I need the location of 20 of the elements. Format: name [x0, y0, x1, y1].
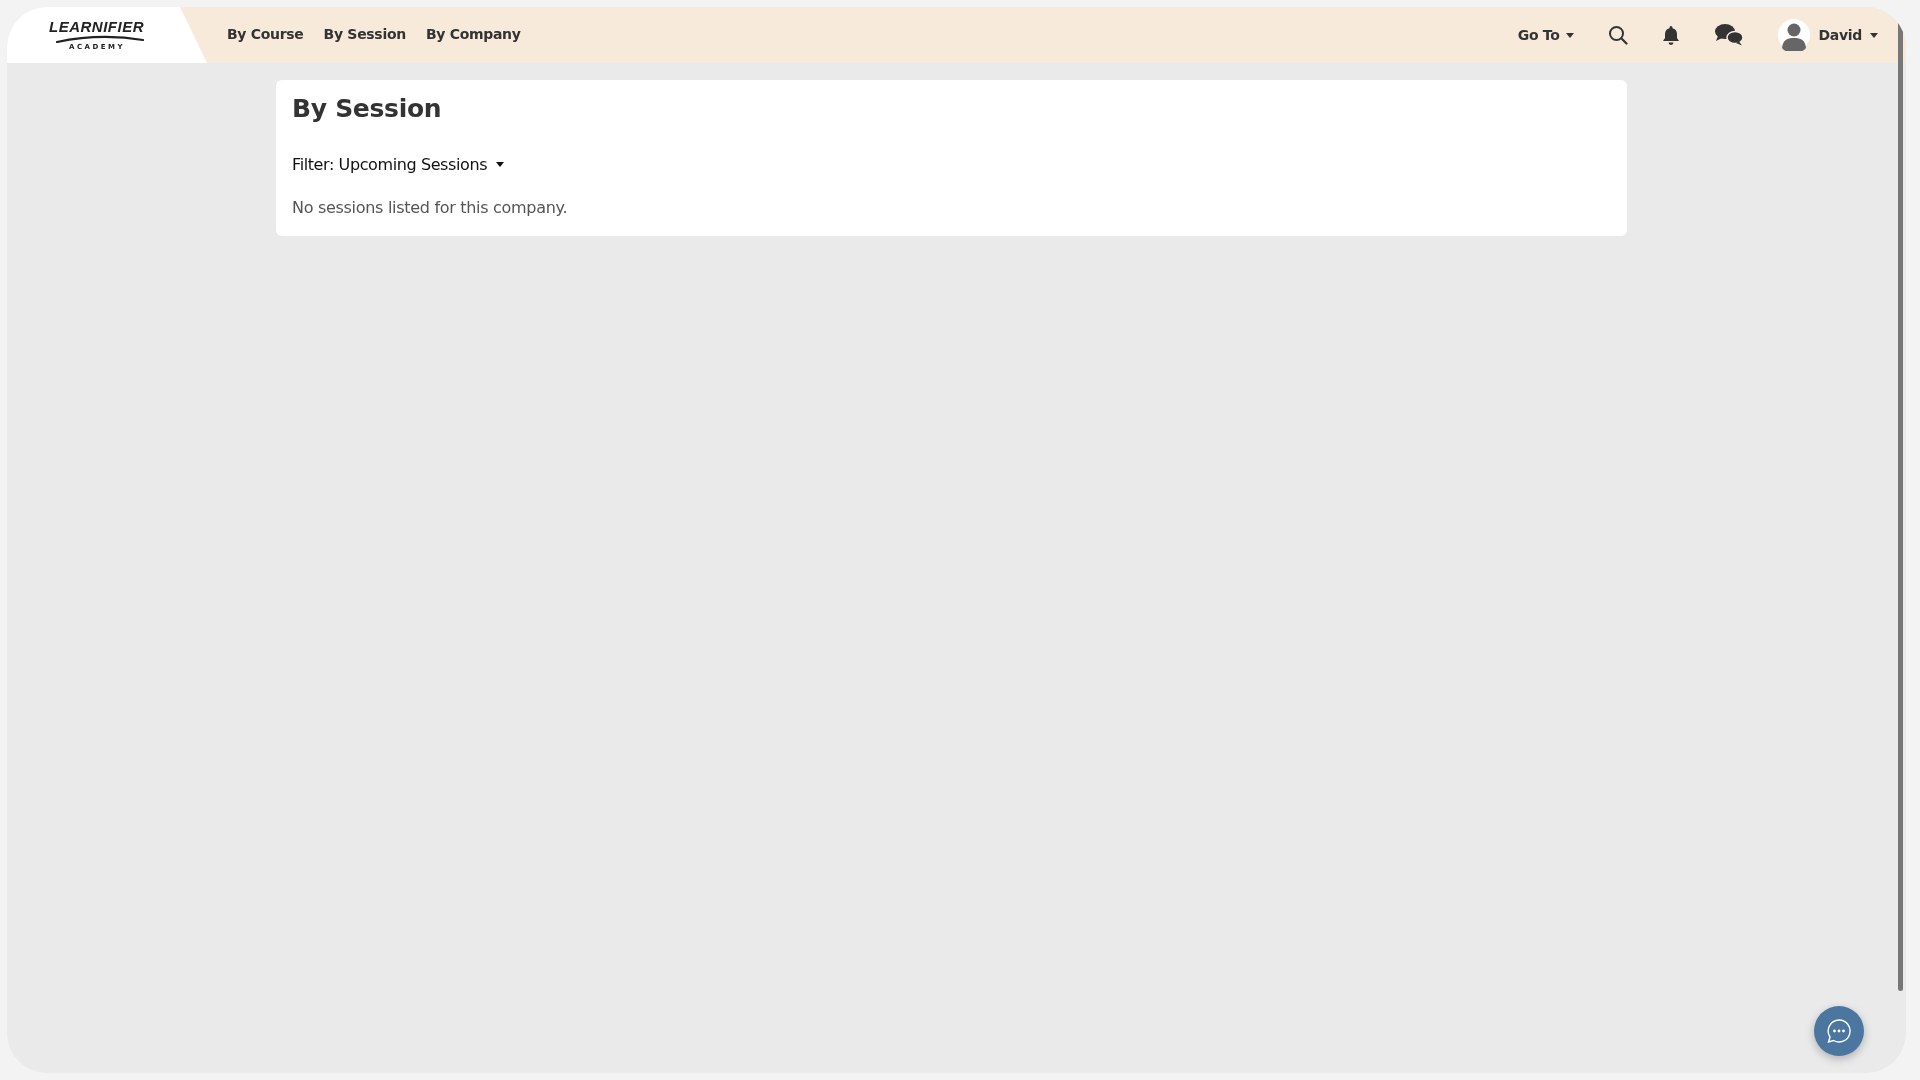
user-menu[interactable]: David — [1778, 19, 1878, 51]
speech-bubble-icon — [1826, 1018, 1852, 1044]
bell-icon[interactable] — [1662, 24, 1681, 46]
caret-icon — [1870, 32, 1878, 38]
nav-tab[interactable]: By Session — [323, 26, 406, 44]
swoosh-icon — [55, 34, 145, 43]
filter-dropdown[interactable]: Filter: Upcoming Sessions — [292, 155, 505, 174]
logo-wordmark: LEARNIFIER — [49, 18, 144, 35]
caret-icon — [1566, 32, 1575, 38]
empty-message: No sessions listed for this company. — [292, 198, 569, 217]
chat-button[interactable] — [1814, 1006, 1864, 1056]
nav-tab[interactable]: By Course — [227, 26, 304, 44]
caret-icon — [496, 162, 505, 167]
search-icon[interactable] — [1608, 25, 1629, 45]
nav-tab[interactable]: By Company — [425, 26, 521, 44]
chat-icon[interactable] — [1714, 23, 1745, 47]
avatar-icon — [1778, 19, 1811, 51]
go-to-menu[interactable]: Go To — [1517, 27, 1575, 43]
page-title: By Session — [292, 94, 443, 123]
user-name: David — [1818, 27, 1862, 43]
